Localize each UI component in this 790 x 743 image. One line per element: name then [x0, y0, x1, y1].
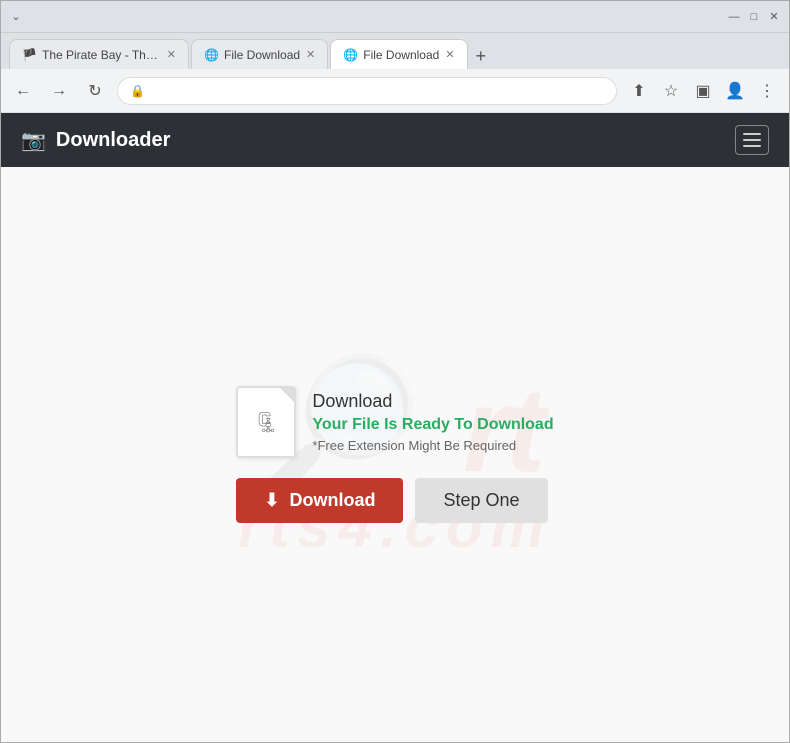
- download-title: Download: [312, 391, 553, 412]
- tab-file-download-2[interactable]: 🌐 File Download ✕: [330, 39, 467, 69]
- tab-close-2[interactable]: ✕: [306, 48, 315, 61]
- share-button[interactable]: ⬆: [625, 77, 653, 105]
- close-button[interactable]: ✕: [767, 10, 781, 24]
- tab-favicon-2: 🌐: [204, 48, 218, 62]
- hamburger-menu-button[interactable]: [735, 125, 769, 155]
- page-area: 📷 Downloader 🔍 rt rts4.com: [1, 113, 789, 742]
- profile-button[interactable]: 👤: [721, 77, 749, 105]
- menu-button[interactable]: ⋮: [753, 77, 781, 105]
- file-info: 🗜 Download Your File Is Ready To Downloa…: [236, 386, 553, 458]
- tab-file-download-1[interactable]: 🌐 File Download ✕: [191, 39, 328, 69]
- new-tab-button[interactable]: +: [470, 46, 493, 67]
- nav-actions: ⬆ ☆ ▣ 👤 ⋮: [625, 77, 781, 105]
- back-button[interactable]: ←: [9, 77, 37, 105]
- maximize-button[interactable]: □: [747, 10, 761, 24]
- hamburger-line-1: [743, 133, 761, 135]
- hamburger-line-3: [743, 145, 761, 147]
- brand-icon: 📷: [21, 128, 46, 153]
- browser-window: ⌄ — □ ✕ 🏴 The Pirate Bay - The… ✕ 🌐 File…: [0, 0, 790, 743]
- tab-title-2: File Download: [224, 48, 300, 62]
- window-controls: — □ ✕: [727, 10, 781, 24]
- nav-bar: ← → ↻ 🔒 ⬆ ☆ ▣ 👤 ⋮: [1, 69, 789, 113]
- download-arrow-icon: ⬇: [264, 490, 279, 511]
- tab-title-3: File Download: [363, 48, 439, 62]
- tab-favicon-3: 🌐: [343, 48, 357, 62]
- tab-close-3[interactable]: ✕: [445, 48, 454, 61]
- action-buttons: ⬇ Download Step One: [236, 478, 547, 523]
- hamburger-line-2: [743, 139, 761, 141]
- title-bar-left: ⌄: [9, 10, 23, 24]
- step-one-label: Step One: [443, 490, 519, 510]
- download-card: 🗜 Download Your File Is Ready To Downloa…: [236, 386, 553, 523]
- tabs-bar: 🏴 The Pirate Bay - The… ✕ 🌐 File Downloa…: [1, 33, 789, 69]
- tab-close-1[interactable]: ✕: [167, 48, 176, 61]
- title-bar: ⌄ — □ ✕: [1, 1, 789, 33]
- file-ready-text: Your File Is Ready To Download: [312, 416, 553, 434]
- refresh-button[interactable]: ↻: [81, 77, 109, 105]
- bookmark-button[interactable]: ☆: [657, 77, 685, 105]
- zip-file-icon: 🗜: [254, 410, 279, 435]
- reader-mode-button[interactable]: ▣: [689, 77, 717, 105]
- download-button-label: Download: [289, 490, 375, 511]
- minimize-button[interactable]: —: [727, 10, 741, 24]
- step-one-button[interactable]: Step One: [415, 478, 547, 523]
- tab-title-1: The Pirate Bay - The…: [42, 48, 161, 62]
- tab-pirate-bay[interactable]: 🏴 The Pirate Bay - The… ✕: [9, 39, 189, 69]
- app-brand: 📷 Downloader: [21, 128, 170, 153]
- address-bar[interactable]: 🔒: [117, 77, 617, 105]
- app-navbar: 📷 Downloader: [1, 113, 789, 167]
- file-text: Download Your File Is Ready To Download …: [312, 391, 553, 453]
- chevron-down-icon[interactable]: ⌄: [9, 10, 23, 24]
- file-icon-wrap: 🗜: [236, 386, 296, 458]
- tab-favicon-1: 🏴: [22, 48, 36, 62]
- main-content: 🔍 rt rts4.com 🗜 Download Your File Is Re…: [1, 167, 789, 742]
- file-note-text: *Free Extension Might Be Required: [312, 438, 553, 453]
- brand-name: Downloader: [56, 129, 170, 152]
- lock-icon: 🔒: [130, 84, 145, 98]
- download-button[interactable]: ⬇ Download: [236, 478, 403, 523]
- forward-button[interactable]: →: [45, 77, 73, 105]
